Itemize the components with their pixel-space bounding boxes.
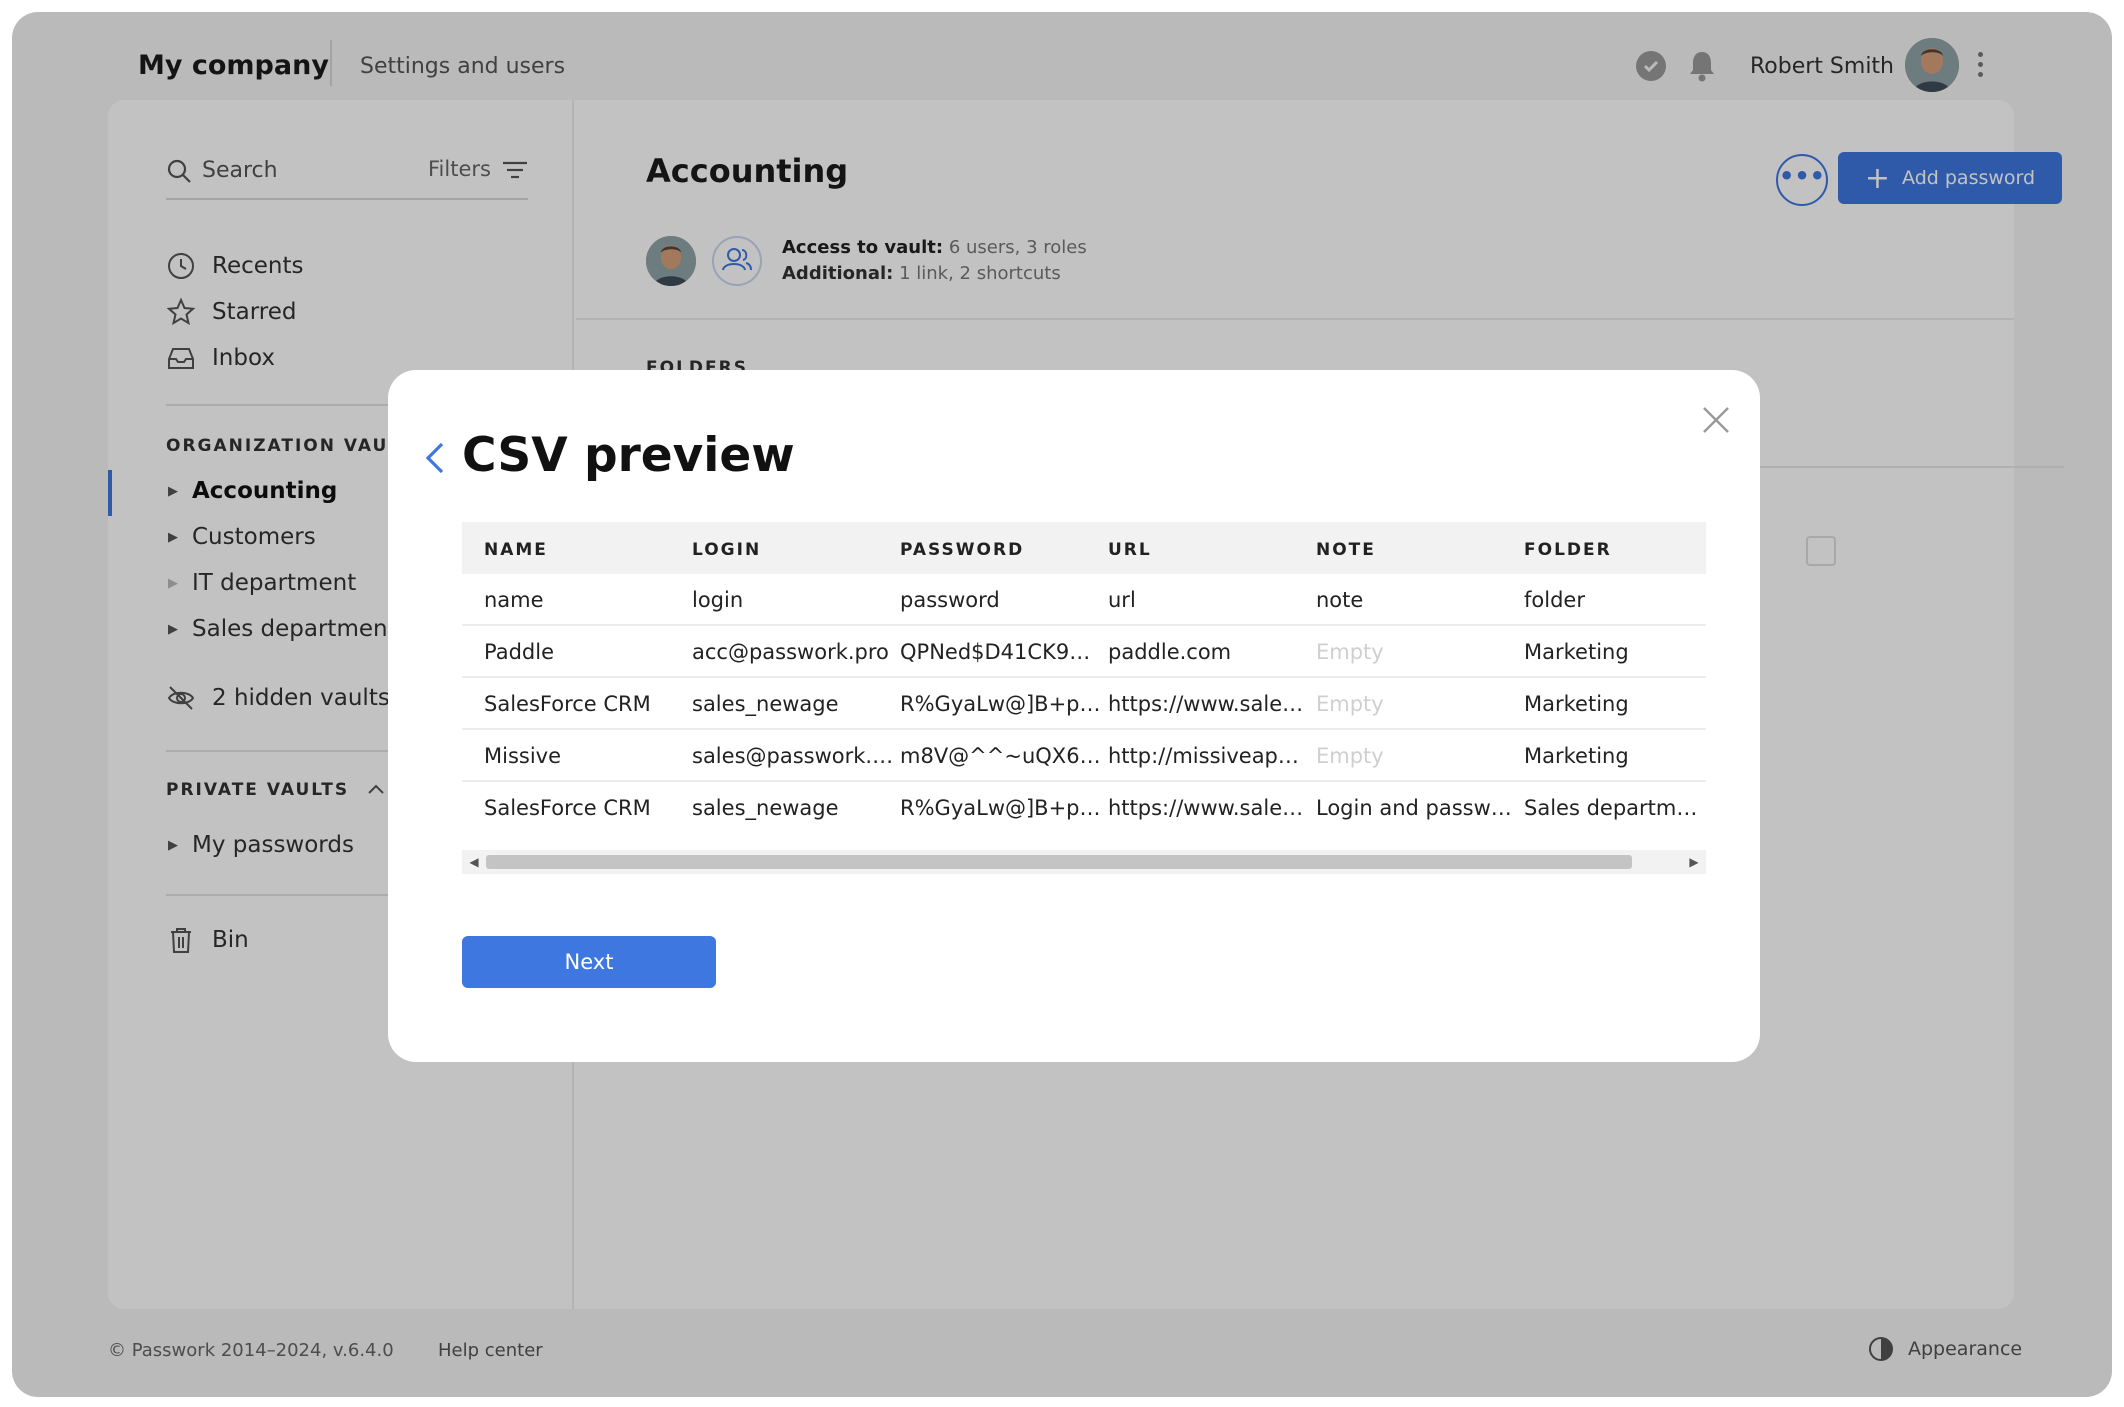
horizontal-scrollbar[interactable]: ◀ ▶: [462, 850, 1706, 874]
app-window: My company Settings and users Robert Smi…: [12, 12, 2112, 1397]
table-cell: Marketing: [1524, 692, 1629, 716]
back-arrow-icon[interactable]: [420, 438, 450, 478]
table-row: name login password url note folder: [462, 574, 1706, 626]
table-cell: SalesForce CRM: [484, 692, 651, 716]
table-cell: paddle.com: [1108, 640, 1232, 664]
table-cell: https://www.salesf...: [1108, 796, 1310, 820]
table-cell: acc@passwork.pro: [692, 640, 889, 664]
table-cell: R%GyaLw@]B+py~...: [900, 796, 1102, 820]
table-header: NAME LOGIN PASSWORD URL NOTE FOLDER: [462, 522, 1706, 574]
table-cell: url: [1108, 588, 1136, 612]
table-row: SalesForce CRM sales_newage R%GyaLw@]B+p…: [462, 678, 1706, 730]
table-cell: folder: [1524, 588, 1585, 612]
scroll-right-arrow-icon[interactable]: ▶: [1686, 854, 1702, 870]
table-cell: sales_newage: [692, 796, 839, 820]
scrollbar-thumb[interactable]: [486, 855, 1632, 869]
table-cell: Paddle: [484, 640, 555, 664]
table-cell: login: [692, 588, 744, 612]
table-cell: Sales department: [1524, 796, 1706, 820]
table-row: Paddle acc@passwork.pro QPNed$D41CK94...…: [462, 626, 1706, 678]
table-row: SalesForce CRM sales_newage R%GyaLw@]B+p…: [462, 782, 1706, 834]
next-button[interactable]: Next: [462, 936, 716, 988]
modal-title: CSV preview: [462, 428, 795, 483]
column-header: PASSWORD: [900, 540, 1025, 560]
table-cell: sales@passwork.pro: [692, 744, 894, 768]
table-cell: Missive: [484, 744, 562, 768]
csv-table: NAME LOGIN PASSWORD URL NOTE FOLDER name…: [462, 522, 1706, 874]
column-header: URL: [1108, 540, 1152, 560]
table-cell: Empty: [1316, 692, 1384, 716]
table-cell: sales_newage: [692, 692, 839, 716]
csv-preview-modal: CSV preview NAME LOGIN PASSWORD URL NOTE…: [388, 370, 1760, 1062]
table-cell: QPNed$D41CK94...: [900, 640, 1102, 664]
table-cell: m8V@^^~uQX6vV...: [900, 744, 1102, 768]
table-cell: password: [900, 588, 1000, 612]
table-cell: Marketing: [1524, 640, 1629, 664]
table-cell: Empty: [1316, 744, 1384, 768]
table-cell: https://www.salesf...: [1108, 692, 1310, 716]
column-header: NOTE: [1316, 540, 1376, 560]
table-cell: name: [484, 588, 544, 612]
scroll-left-arrow-icon[interactable]: ◀: [466, 854, 482, 870]
table-cell: Empty: [1316, 640, 1384, 664]
table-row: Missive sales@passwork.pro m8V@^^~uQX6vV…: [462, 730, 1706, 782]
table-cell: http://missiveapp.c...: [1108, 744, 1310, 768]
column-header: LOGIN: [692, 540, 762, 560]
close-icon[interactable]: [1698, 402, 1734, 438]
table-cell: Login and passwor...: [1316, 796, 1518, 820]
table-cell: SalesForce CRM: [484, 796, 651, 820]
table-cell: note: [1316, 588, 1364, 612]
table-cell: Marketing: [1524, 744, 1629, 768]
column-header: FOLDER: [1524, 540, 1612, 560]
column-header: NAME: [484, 540, 548, 560]
table-cell: R%GyaLw@]B+py~...: [900, 692, 1102, 716]
